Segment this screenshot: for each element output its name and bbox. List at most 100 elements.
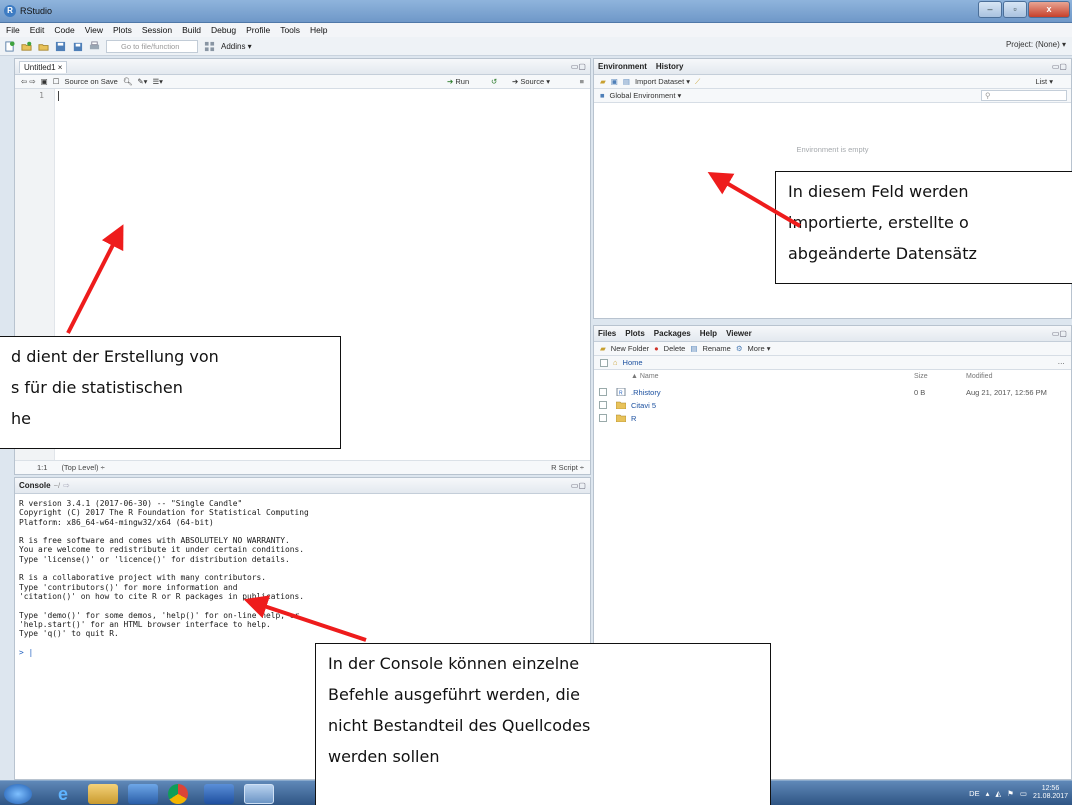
column-modified[interactable]: Modified [966,373,992,380]
file-name[interactable]: Citavi 5 [631,401,656,410]
minimize-button[interactable]: – [978,1,1002,18]
menu-profile[interactable]: Profile [246,25,270,35]
editor-options-icon[interactable]: ≡ [580,77,584,86]
file-name[interactable]: R [631,414,636,423]
rename-icon[interactable]: ▤ [690,344,697,353]
search-icon[interactable]: 🔍︎ [123,77,133,86]
file-type-selector[interactable]: R Script ÷ [551,463,584,472]
rerun-button[interactable]: ↺ [491,77,497,86]
wand-icon[interactable]: ✎▾ [137,77,147,86]
save-workspace-icon[interactable]: ▣ [611,77,618,86]
row-checkbox[interactable] [599,401,607,409]
new-file-icon[interactable] [4,40,15,52]
menu-session[interactable]: Session [142,25,172,35]
language-indicator[interactable]: DE [969,789,979,798]
menu-plots[interactable]: Plots [113,25,132,35]
open-project-icon[interactable] [21,41,32,52]
close-button[interactable]: x [1028,1,1070,18]
column-name[interactable]: ▲ Name [631,373,659,380]
tab-environment[interactable]: Environment [598,62,647,71]
tab-untitled1[interactable]: Untitled1 × [19,60,68,73]
flag-icon[interactable]: ⚑ [1007,789,1014,798]
show-hidden-icons[interactable]: ▴ [986,789,990,798]
save-icon[interactable] [55,41,66,52]
environment-search-input[interactable]: ⚲ [981,90,1067,101]
document-outline-icon[interactable]: ☰▾ [152,77,163,86]
load-workspace-icon[interactable]: ▰ [600,77,606,86]
broom-icon[interactable]: ⟋ [695,77,700,87]
volume-icon[interactable]: ▭ [1020,789,1027,798]
tab-plots[interactable]: Plots [625,329,645,338]
new-folder-icon[interactable]: ▰ [600,344,606,353]
more-path-icon[interactable]: … [1058,357,1066,366]
goto-dir-icon[interactable]: ⇨ [63,481,70,490]
global-env-icon: ■ [600,91,605,100]
callout-line: abgeänderte Datensätz [788,244,977,263]
files-minmax-icon[interactable]: ▭▢ [1052,329,1067,338]
open-file-icon[interactable] [38,41,49,52]
run-button[interactable]: ➔ Run [447,77,469,86]
network-icon[interactable]: ◭ [995,789,1001,798]
menu-tools[interactable]: Tools [280,25,300,35]
list-view-dropdown[interactable]: List ▾ [1035,77,1053,86]
source-button[interactable]: ➔ Source ▾ [512,77,550,86]
delete-button[interactable]: Delete [664,344,686,353]
grid-layout-icon[interactable] [204,41,215,52]
save-all-icon[interactable] [72,41,83,52]
project-menu[interactable]: Project: (None) ▾ [1006,40,1066,49]
environment-toolbar: ▰ ▣ ▤ Import Dataset ▾ ⟋ List ▾ [594,75,1071,89]
row-checkbox[interactable] [599,388,607,396]
env-minmax-icon[interactable]: ▭▢ [1052,62,1067,71]
tab-packages[interactable]: Packages [654,329,691,338]
menu-build[interactable]: Build [182,25,201,35]
system-tray: DE ▴ ◭ ⚑ ▭ 12:56 21.08.2017 [969,785,1068,801]
rstudio-taskbar-icon[interactable] [244,784,274,804]
ie-icon[interactable]: e [48,784,78,804]
word-icon[interactable] [204,784,234,804]
import-dataset-button[interactable]: Import Dataset ▾ [635,77,690,86]
maximize-button[interactable]: ▫ [1003,1,1027,18]
tab-viewer[interactable]: Viewer [726,329,752,338]
gear-icon[interactable]: ⚙ [736,344,743,353]
new-folder-button[interactable]: New Folder [611,344,649,353]
column-size[interactable]: Size [914,373,928,380]
menu-view[interactable]: View [85,25,103,35]
row-checkbox[interactable] [599,414,607,422]
tab-console[interactable]: Console [19,481,51,490]
console-minmax-icon[interactable]: ▭▢ [571,481,586,490]
table-row[interactable]: R [594,412,1071,425]
start-button[interactable] [4,784,32,804]
back-arrow-icon[interactable]: ⇦ ⇨ [21,77,36,86]
import-dataset-icon[interactable]: ▤ [623,77,630,86]
menu-edit[interactable]: Edit [30,25,45,35]
addins-menu[interactable]: Addins ▾ [221,42,252,51]
scope-selector[interactable]: (Top Level) ÷ [61,463,104,472]
chrome-icon[interactable] [168,784,188,804]
delete-icon[interactable]: ● [654,344,659,353]
file-name[interactable]: .Rhistory [631,388,661,397]
rename-button[interactable]: Rename [702,344,730,353]
tab-history[interactable]: History [656,62,684,71]
select-all-checkbox[interactable] [600,358,608,367]
goto-file-input[interactable]: Go to file/function [106,39,198,53]
more-button[interactable]: More ▾ [748,344,771,353]
outlook-icon[interactable] [128,784,158,804]
tab-help[interactable]: Help [700,329,717,338]
source-on-save-checkbox[interactable]: ☐ [53,77,60,86]
pane-minmax-icon[interactable]: ▭▢ [571,62,586,71]
menu-debug[interactable]: Debug [211,25,236,35]
menu-help[interactable]: Help [310,25,327,35]
menu-code[interactable]: Code [54,25,74,35]
tab-files[interactable]: Files [598,329,616,338]
editor-statusbar: 1:1 (Top Level) ÷ R Script ÷ [15,460,590,474]
explorer-icon[interactable] [88,784,118,804]
environment-scope-dropdown[interactable]: Global Environment ▾ [610,91,682,100]
console-output[interactable]: R version 3.4.1 (2017-06-30) -- "Single … [19,499,309,657]
print-icon[interactable] [89,40,100,52]
table-row[interactable]: R .Rhistory 0 B Aug 21, 2017, 12:56 PM [594,386,1071,399]
table-row[interactable]: Citavi 5 [594,399,1071,412]
breadcrumb-home[interactable]: Home [623,358,643,367]
menu-file[interactable]: File [6,25,20,35]
save-icon[interactable]: ▣ [41,77,48,86]
taskbar-clock[interactable]: 12:56 21.08.2017 [1033,785,1068,801]
